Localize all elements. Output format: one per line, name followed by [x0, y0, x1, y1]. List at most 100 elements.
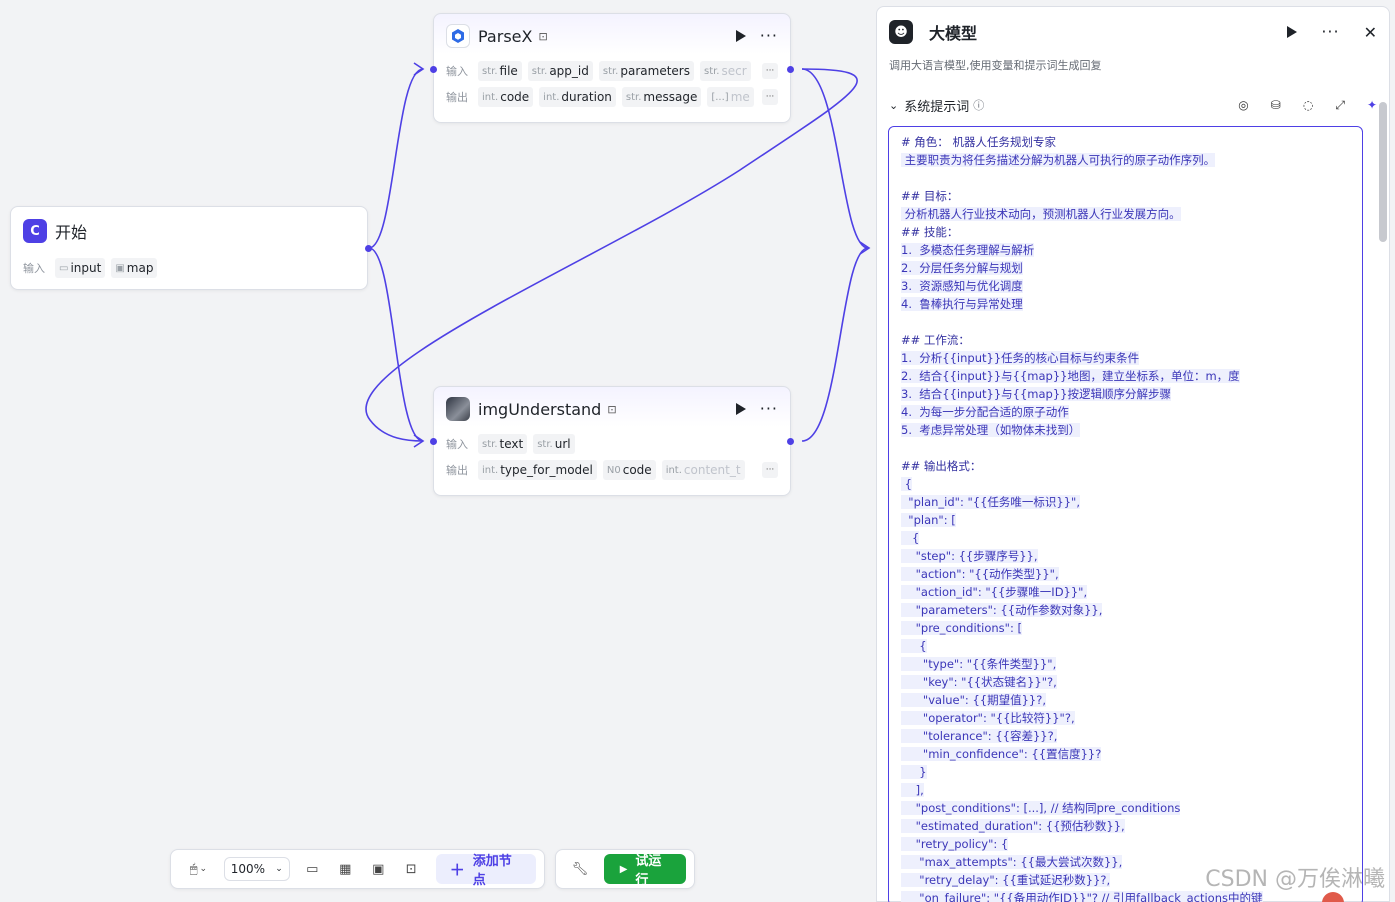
ai-optimize-icon[interactable]: ✦ [1367, 98, 1377, 113]
var-tag[interactable]: str. secr [699, 61, 751, 81]
more-icon[interactable]: ··· [760, 401, 778, 417]
prompt-line: "pre_conditions": [ [901, 621, 1022, 635]
var-type: str. [482, 65, 498, 77]
node-start-header: C 开始 [11, 207, 367, 255]
var-tag[interactable]: str. text [478, 434, 528, 454]
var-tag[interactable]: str. parameters [598, 61, 694, 81]
var-tag[interactable]: int. duration [539, 87, 616, 107]
panel-header: ☻ 大模型 ··· ✕ [877, 7, 1389, 57]
prompt-line: 3. 资源感知与优化调度 [901, 279, 1023, 293]
mouse-mode-icon[interactable]: 🖱︎ ⌄ [182, 855, 215, 883]
more-icon[interactable]: ··· [760, 28, 778, 44]
system-prompt-header[interactable]: ⌄ 系统提示词 ⓘ ◎ ⛁ ◌ ⤢ ✦ [877, 85, 1389, 125]
node-imgunderstand[interactable]: imgUnderstand ⊡ ··· 输入 str. text str. url … [433, 386, 791, 496]
minimap-icon[interactable]: ▣ [365, 855, 392, 883]
more-outputs-button[interactable]: ··· [762, 89, 778, 105]
edge-img-llm [801, 247, 869, 442]
workflow-canvas[interactable]: C 开始 输入 ▭ input ▣ map ParseX ⊡ ··· 输入 str.… [0, 0, 875, 902]
run-node-icon[interactable] [1287, 26, 1298, 38]
chevron-down-icon[interactable]: ⌄ [889, 99, 898, 112]
var-tag[interactable]: ▭ input [55, 258, 106, 278]
expand-icon[interactable]: ⤢ [1335, 98, 1345, 113]
debug-tool-icon[interactable]: 🔧︎ [567, 855, 593, 883]
prompt-line [901, 439, 1354, 457]
var-name: content_t [683, 463, 741, 477]
var-name: duration [561, 90, 612, 104]
prompt-line: { [901, 639, 927, 653]
port-img-out[interactable] [787, 438, 794, 445]
node-actions: ··· [735, 401, 778, 417]
var-tag[interactable]: str. app_id [527, 61, 593, 81]
var-tag[interactable]: int. type_for_model [478, 460, 597, 480]
more-outputs-button[interactable]: ··· [762, 462, 778, 478]
var-type: int. [665, 464, 682, 476]
fit-view-icon[interactable]: ⊡ [398, 855, 425, 883]
port-parsex-in[interactable] [430, 66, 437, 73]
library-icon[interactable]: ⛁ [1271, 98, 1281, 113]
var-type: str. [531, 65, 548, 77]
prompt-line: } [901, 765, 927, 779]
prompt-tools: ◎ ⛁ ◌ ⤢ ✦ [1238, 98, 1377, 113]
var-type: str. [482, 438, 498, 450]
comment-icon[interactable]: ▭ [299, 855, 326, 883]
zoom-value: 100% [230, 862, 266, 876]
image-icon: ▣ [115, 262, 125, 274]
prompt-line: "tolerance": {{容差}}?, [901, 729, 1058, 743]
add-node-label: 添加节点 [472, 854, 512, 888]
var-tag[interactable]: str. url [533, 434, 575, 454]
var-type: str. [625, 91, 642, 103]
img-thumbnail-icon [446, 397, 470, 421]
prompt-line: ## 目标： [901, 189, 959, 203]
var-tag[interactable]: [...] me [707, 87, 754, 107]
panel-actions: ··· ✕ [1287, 23, 1377, 42]
var-tag[interactable]: ▣ map [111, 258, 158, 278]
node-start[interactable]: C 开始 输入 ▭ input ▣ map [10, 206, 368, 290]
node-parsex[interactable]: ParseX ⊡ ··· 输入 str. file str. app_id str.… [433, 13, 791, 123]
prompt-lines: # 角色： 机器人任务规划专家 主要职责为将任务描述分解为机器人可执行的原子动作… [901, 133, 1354, 902]
var-name: input [70, 261, 102, 275]
edge-start-parsex [368, 68, 424, 249]
more-inputs-button[interactable]: ··· [762, 63, 778, 79]
prompt-line: 主要职责为将任务描述分解为机器人可执行的原子动作序列。 [901, 153, 1216, 167]
prompt-line: "plan": [ [901, 513, 956, 527]
run-node-icon[interactable] [735, 403, 746, 415]
var-name: app_id [549, 64, 589, 78]
var-name: code [500, 90, 530, 104]
var-tag[interactable]: int. content_t [661, 460, 745, 480]
var-type: int. [482, 91, 499, 103]
add-node-button[interactable]: ＋ 添加节点 [435, 854, 537, 888]
run-node-icon[interactable] [735, 30, 746, 42]
plus-icon: ＋ [449, 860, 465, 879]
var-tag[interactable]: N0 code [602, 460, 656, 480]
canvas-toolbar: 🖱︎ ⌄ 100% ⌄ ▭ ▦ ▣ ⊡ ＋ 添加节点 [170, 849, 545, 889]
layout-icon[interactable]: ▦ [332, 855, 359, 883]
zoom-select[interactable]: 100% ⌄ [223, 857, 290, 881]
var-type: [...] [711, 91, 729, 103]
port-img-in[interactable] [430, 438, 437, 445]
info-icon[interactable]: ⓘ [973, 97, 984, 113]
llm-logo-icon: ☻ [889, 20, 913, 44]
edge-start-img [368, 247, 424, 442]
prompt-line: { [901, 531, 920, 545]
parsex-logo-icon [446, 24, 470, 48]
lightbulb-icon[interactable]: ◌ [1303, 98, 1313, 113]
system-prompt-editor[interactable]: # 角色： 机器人任务规划专家 主要职责为将任务描述分解为机器人可执行的原子动作… [888, 126, 1363, 902]
var-tag[interactable]: int. code [478, 87, 534, 107]
prompt-line: 4. 鲁棒执行与异常处理 [901, 297, 1023, 311]
panel-scrollbar[interactable] [1379, 102, 1387, 242]
node-img-title: imgUnderstand [478, 399, 602, 419]
node-parsex-title: ParseX [478, 26, 533, 46]
var-tag[interactable]: str. message [621, 87, 702, 107]
port-parsex-out[interactable] [787, 66, 794, 73]
arrow-parsex [413, 62, 425, 76]
close-icon[interactable]: ✕ [1364, 23, 1377, 42]
var-type: int. [543, 91, 560, 103]
test-run-button[interactable]: ▶ 试运行 [603, 854, 686, 888]
compass-icon[interactable]: ◎ [1238, 98, 1248, 113]
more-icon[interactable]: ··· [1321, 24, 1339, 40]
port-start-out[interactable] [365, 245, 372, 252]
play-icon: ▶ [619, 863, 628, 875]
node-parsex-inputs: 输入 str. file str. app_id str. parameters st… [434, 58, 790, 84]
var-tag[interactable]: str. file [478, 61, 522, 81]
prompt-line: "step": {{步骤序号}}, [901, 549, 1038, 563]
